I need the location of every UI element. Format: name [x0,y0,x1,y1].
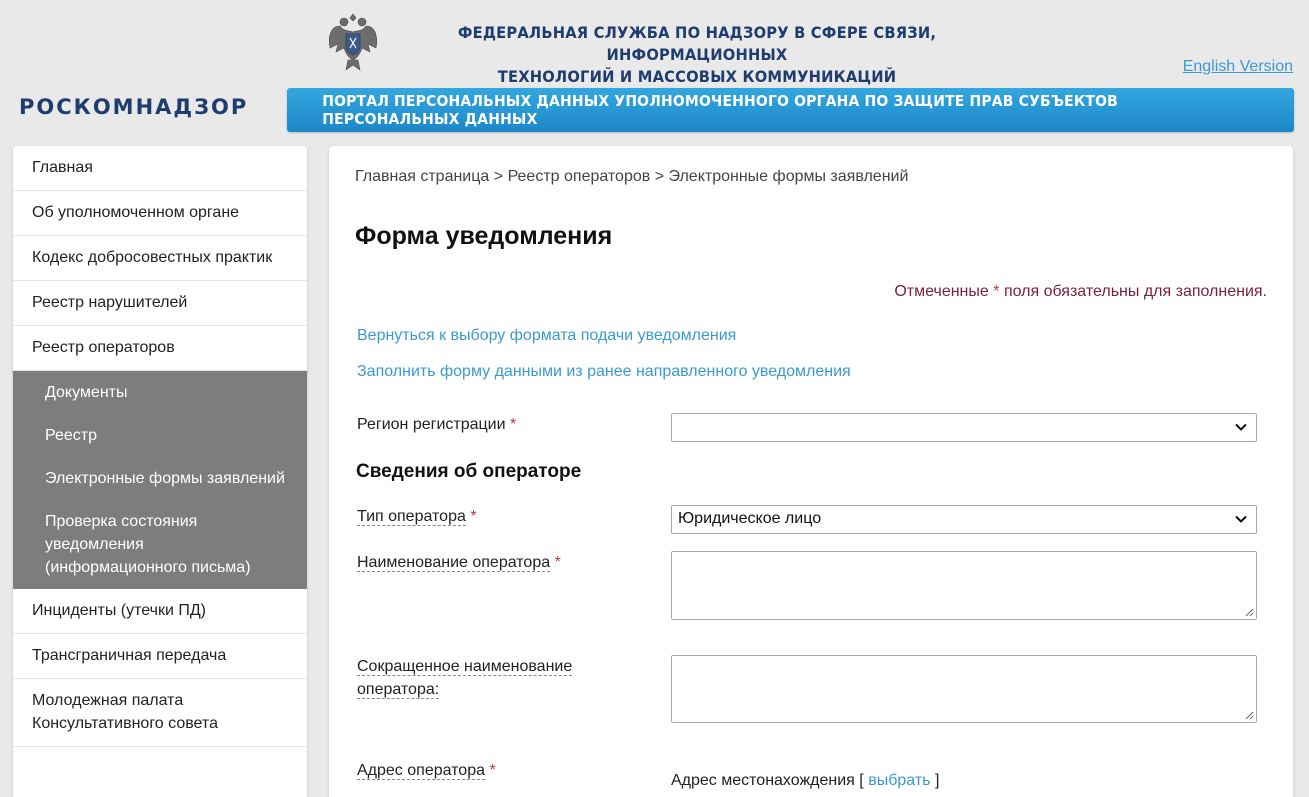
sidebar-item-violators-registry[interactable]: Реестр нарушителей [13,281,307,326]
english-version-link[interactable]: English Version [1183,58,1293,76]
sidebar-item-cross-border[interactable]: Трансграничная передача [13,634,307,679]
address-pick-close: ] [934,772,940,789]
sidebar-subitem-registry[interactable]: Реестр [13,414,307,457]
main-panel: Главная страница > Реестр операторов > Э… [329,146,1293,797]
chevron-down-icon [1235,515,1247,523]
address-location-label: Адрес местонахождения [671,772,855,789]
operator-type-select[interactable]: Юридическое лицо [671,505,1257,534]
region-label-text: Регион регистрации [357,416,506,433]
agency-name-line1: ФЕДЕРАЛЬНАЯ СЛУЖБА ПО НАДЗОРУ В СФЕРЕ СВ… [457,23,937,64]
portal-title-bar[interactable]: ПОРТАЛ ПЕРСОНАЛЬНЫХ ДАННЫХ УПОЛНОМОЧЕННО… [287,88,1294,132]
operator-name-label-text[interactable]: Наименование оператора [357,554,551,572]
sidebar-item-operators-registry[interactable]: Реестр операторов [13,326,307,371]
sidebar-subitem-electronic-forms[interactable]: Электронные формы заявлений [13,457,307,500]
operator-name-textarea[interactable] [671,551,1257,620]
chevron-down-icon [1235,423,1247,431]
portal-title: ПОРТАЛ ПЕРСОНАЛЬНЫХ ДАННЫХ УПОЛНОМОЧЕННО… [322,92,1119,128]
operator-type-label-text[interactable]: Тип оператора [357,508,466,526]
sidebar-item-incidents[interactable]: Инциденты (утечки ПД) [13,589,307,634]
required-star: * [510,416,517,433]
breadcrumb-separator: > [493,168,504,185]
required-star: * [554,554,561,571]
section-operator-info: Сведения об операторе [356,461,582,482]
back-to-format-link[interactable]: Вернуться к выбору формата подачи уведом… [357,327,736,345]
required-note-after: поля обязательны для заполнения. [1003,283,1267,300]
breadcrumb-home[interactable]: Главная страница [355,168,489,185]
agency-name-line2: ТЕХНОЛОГИЙ И МАССОВЫХ КОММУНИКАЦИЙ [497,67,897,86]
address-location: Адрес местонахождения [ выбрать ] [671,772,939,790]
sidebar-subitem-documents[interactable]: Документы [13,371,307,414]
breadcrumb-current: Электронные формы заявлений [668,168,909,185]
sidebar-item-home[interactable]: Главная [13,146,307,191]
fill-from-previous-link[interactable]: Заполнить форму данными из ранее направл… [357,363,851,381]
sidebar-subnav: Документы Реестр Электронные формы заявл… [13,371,307,589]
required-note-before: Отмеченные [894,283,989,300]
agency-name: ФЕДЕРАЛЬНАЯ СЛУЖБА ПО НАДЗОРУ В СФЕРЕ СВ… [420,22,974,88]
region-select[interactable] [671,413,1257,442]
site-logo[interactable]: РОСКОМНАДЗОР [19,95,248,119]
operator-type-select-value: Юридическое лицо [678,510,822,527]
address-pick-link[interactable]: выбрать [868,772,930,789]
page-title: Форма уведомления [355,222,613,250]
required-star: * [470,508,477,525]
sidebar-subitem-notification-status[interactable]: Проверка состояния уведомления (информац… [13,500,307,589]
emblem-icon [326,10,380,72]
address-label: Адрес оператора * [357,759,496,782]
operator-type-label: Тип оператора * [357,505,477,528]
required-fields-note: Отмеченные * поля обязательны для заполн… [894,283,1267,301]
required-star: * [993,283,1000,300]
resize-grip-icon[interactable] [1245,608,1254,617]
sidebar-item-code-of-practice[interactable]: Кодекс добросовестных практик [13,236,307,281]
breadcrumb: Главная страница > Реестр операторов > Э… [355,168,908,186]
required-star: * [489,762,496,779]
operator-name-label: Наименование оператора * [357,551,561,574]
short-name-label-text[interactable]: Сокращенное наименование оператора: [357,658,573,699]
sidebar-item-youth-chamber[interactable]: Молодежная палата Консультативного совет… [13,679,307,747]
resize-grip-icon[interactable] [1245,711,1254,720]
short-name-textarea[interactable] [671,655,1257,723]
address-label-text[interactable]: Адрес оператора [357,762,485,780]
sidebar-item-about[interactable]: Об уполномоченном органе [13,191,307,236]
address-pick-open: [ [859,772,864,789]
region-label: Регион регистрации * [357,413,516,436]
sidebar-nav: Главная Об уполномоченном органе Кодекс … [13,146,307,797]
short-name-label: Сокращенное наименование оператора: [357,655,617,701]
breadcrumb-operators-registry[interactable]: Реестр операторов [508,168,651,185]
breadcrumb-separator: > [654,168,665,185]
